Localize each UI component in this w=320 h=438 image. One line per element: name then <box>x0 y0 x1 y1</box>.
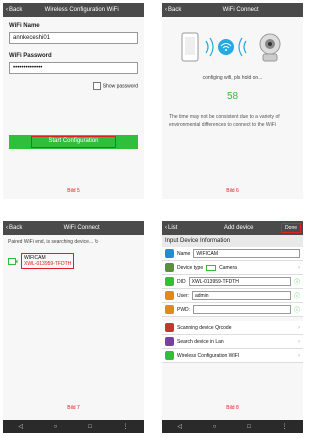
name-label: Name <box>177 250 191 257</box>
chevron-left-icon: ‹ <box>165 225 167 231</box>
spinner-icon: ↻ <box>94 239 99 245</box>
searching-text: Paired WiFi end, is searching device... <box>8 239 94 245</box>
status-text: configing wifi, pls hold on... <box>202 75 263 81</box>
figure-label: Bild 5 <box>67 188 80 194</box>
system-nav-bar: ◁ ○ □ ⋮ <box>3 420 144 433</box>
back-button[interactable]: ‹ Back <box>165 7 181 13</box>
countdown: 58 <box>226 91 239 102</box>
nav-recent-icon[interactable]: □ <box>247 424 251 430</box>
user-label: User: <box>177 292 189 299</box>
camera-icon <box>259 33 281 62</box>
chevron-left-icon: ‹ <box>6 7 8 13</box>
back-button[interactable]: ‹ Back <box>6 7 22 13</box>
nav-menu-icon[interactable]: ⋮ <box>123 423 129 430</box>
search-icon <box>165 337 174 346</box>
figure-label: Bild 8 <box>226 405 239 411</box>
top-bar: ‹ Back WiFi Connect <box>162 3 303 17</box>
chevron-right-icon: › <box>298 352 300 359</box>
wifi-name-label: WiFi Name <box>9 23 40 29</box>
name-row: Name WIFICAM <box>162 247 303 261</box>
help-icon[interactable]: ⓘ <box>294 305 300 314</box>
scan-label: Scanning device Qrcode <box>177 324 232 331</box>
id-icon <box>165 277 174 286</box>
page-title: WiFi Connect <box>222 7 259 13</box>
back-button[interactable]: ‹ Back <box>6 225 22 231</box>
wifi-icon <box>218 39 234 55</box>
list-item[interactable]: WIFICAM XWL-013959-TFDTH <box>8 253 139 269</box>
searching-device-screen: ‹ Back WiFi Connect Paired WiFi end, is s… <box>3 221 144 433</box>
show-password-checkbox[interactable] <box>93 82 102 90</box>
nav-home-icon[interactable]: ○ <box>54 424 58 430</box>
did-row: DID XWL-013959-TFDTH ⓘ <box>162 275 303 289</box>
wifi-icon <box>165 351 174 360</box>
nav-back-icon[interactable]: ◁ <box>18 423 23 430</box>
figure-label: Bild 6 <box>226 188 239 194</box>
done-button[interactable]: Done <box>281 223 301 233</box>
search-label: Search device in Lan <box>177 338 224 345</box>
chevron-right-icon: › <box>298 338 300 345</box>
wifi-password-label: WiFi Password <box>9 53 52 59</box>
device-id: XWL-013959-TFDTH <box>24 261 72 267</box>
show-password-label: Show password <box>102 83 138 90</box>
pwd-input[interactable] <box>193 305 291 314</box>
figure-label: Bild 7 <box>67 405 80 411</box>
wifi-password-input[interactable]: •••••••••••••• <box>9 62 138 74</box>
help-icon[interactable]: ⓘ <box>294 291 300 300</box>
did-input[interactable]: XWL-013959-TFDTH <box>188 277 291 286</box>
did-label: DID <box>177 278 186 285</box>
list-button[interactable]: ‹ List <box>165 225 177 231</box>
top-bar: ‹ List Add device Done <box>162 221 303 235</box>
chevron-left-icon: ‹ <box>165 7 167 13</box>
device-type-value: Camera <box>219 264 237 271</box>
highlight-box <box>31 136 116 148</box>
chevron-left-icon: ‹ <box>6 225 8 231</box>
time-note: The time may not be consistent due to a … <box>169 114 280 128</box>
chevron-right-icon: › <box>298 324 300 331</box>
lock-icon <box>165 305 174 314</box>
wireless-label: Wireless Configuration WIFI <box>177 352 240 359</box>
wireless-config-item[interactable]: Wireless Configuration WIFI › <box>162 349 303 363</box>
nav-recent-icon[interactable]: □ <box>88 424 92 430</box>
device-type-label: Device type <box>177 264 204 271</box>
system-nav-bar: ◁ ○ □ ⋮ <box>162 420 303 433</box>
pwd-label: PWD: <box>177 306 191 313</box>
help-icon[interactable]: ⓘ <box>294 277 300 286</box>
top-bar: ‹ Back WiFi Connect <box>3 221 144 235</box>
phone-icon <box>181 32 199 62</box>
wifi-name-input[interactable]: annkeceshi01 <box>9 32 138 44</box>
page-title: WiFi Connect <box>63 225 100 231</box>
device-entry[interactable]: WIFICAM XWL-013959-TFDTH <box>21 253 75 269</box>
top-bar: ‹ Back Wireless Configuration WiFi <box>3 3 144 17</box>
scan-qrcode-item[interactable]: Scanning device Qrcode › <box>162 321 303 335</box>
nav-home-icon[interactable]: ○ <box>213 424 217 430</box>
chevron-right-icon: › <box>298 264 300 271</box>
wifi-config-screen: ‹ Back Wireless Configuration WiFi WiFi N… <box>3 3 144 199</box>
user-input[interactable]: admin <box>191 291 291 300</box>
wifi-connect-screen: ‹ Back WiFi Connect configing wifi, pls h… <box>162 3 303 199</box>
nav-back-icon[interactable]: ◁ <box>177 423 182 430</box>
device-type-icon <box>165 263 174 272</box>
add-device-screen: ‹ List Add device Done Input Device Infor… <box>162 221 303 433</box>
pwd-row: PWD: ⓘ <box>162 303 303 317</box>
camera-icon <box>8 257 18 265</box>
page-title: Wireless Configuration WiFi <box>44 7 119 13</box>
nav-menu-icon[interactable]: ⋮ <box>282 423 288 430</box>
name-input[interactable]: WIFICAM <box>193 249 300 258</box>
camera-icon <box>206 264 217 271</box>
search-lan-item[interactable]: Search device in Lan › <box>162 335 303 349</box>
start-configuration-button[interactable]: Start Configuration <box>9 135 138 149</box>
camera-icon <box>165 249 174 258</box>
user-icon <box>165 291 174 300</box>
section-header: Input Device Information <box>162 235 303 247</box>
device-type-row[interactable]: Device type Camera › <box>162 261 303 275</box>
qrcode-icon <box>165 323 174 332</box>
user-row: User: admin ⓘ <box>162 289 303 303</box>
